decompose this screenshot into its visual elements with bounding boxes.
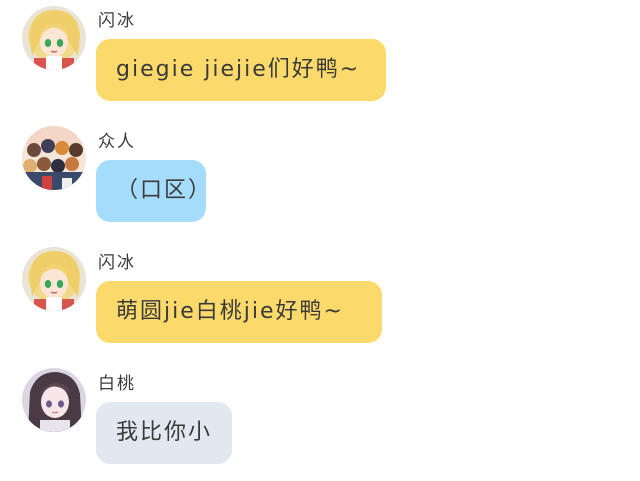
blonde-girl-avatar-image xyxy=(22,247,86,311)
dark-hair-girl-avatar[interactable] xyxy=(22,368,86,432)
message-bubble[interactable]: （口区） xyxy=(96,160,210,222)
blonde-girl-avatar[interactable] xyxy=(22,247,86,311)
sender-name: 闪冰 xyxy=(98,11,136,31)
sender-name: 闪冰 xyxy=(98,253,136,273)
sender-name: 众人 xyxy=(98,132,136,152)
message-bubble[interactable]: giegie jiejie们好鸭~ xyxy=(96,39,386,101)
group-avatar-image xyxy=(22,126,86,190)
message-bubble[interactable]: 萌圆jie白桃jie好鸭~ xyxy=(96,281,382,343)
sender-name: 白桃 xyxy=(98,374,136,394)
dark-hair-girl-avatar-image xyxy=(22,368,86,432)
chat-view: 闪冰 giegie jiejie们好鸭~ 众人 （口区） 闪冰 萌圆jie白桃j… xyxy=(0,0,640,481)
blonde-girl-avatar[interactable] xyxy=(22,6,86,70)
message-bubble[interactable]: 我比你小 xyxy=(96,402,232,464)
group-avatar[interactable] xyxy=(22,126,86,190)
blonde-girl-avatar-image xyxy=(22,6,86,70)
